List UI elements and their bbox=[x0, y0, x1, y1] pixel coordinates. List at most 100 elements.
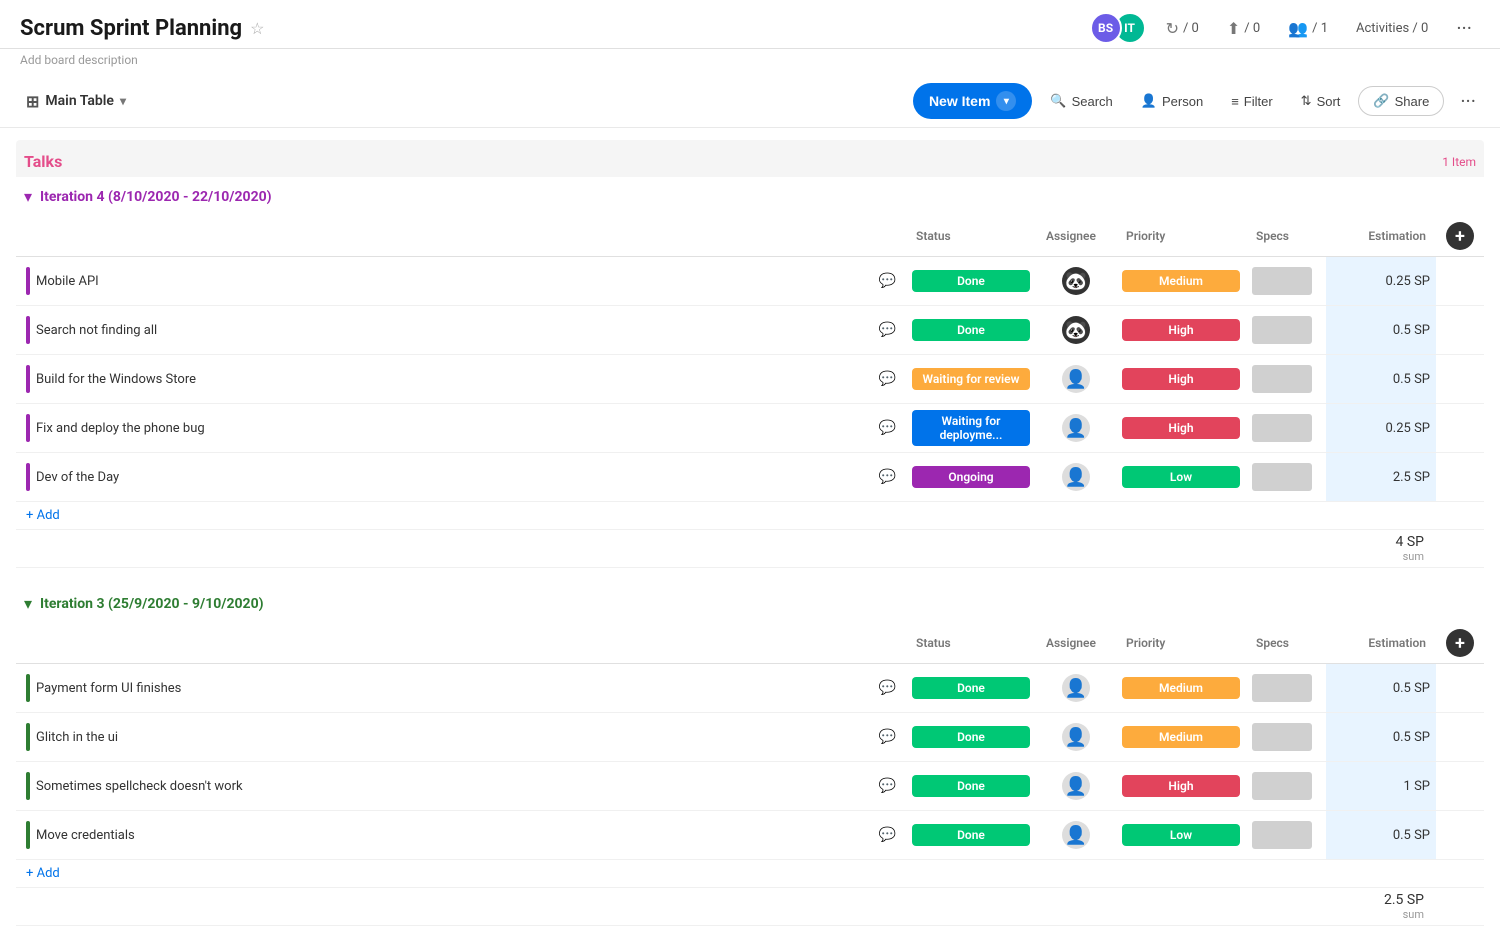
status-badge[interactable]: Done bbox=[912, 677, 1030, 699]
comment-icon[interactable]: 💬 bbox=[879, 680, 896, 696]
sort-button[interactable]: ⇅ Sort bbox=[1291, 87, 1351, 115]
toolbar-more-button[interactable]: ··· bbox=[1452, 85, 1484, 117]
assignee-avatar[interactable]: 🐼 bbox=[1062, 267, 1090, 295]
task-specs-cell[interactable] bbox=[1246, 257, 1326, 306]
task-priority-cell[interactable]: High bbox=[1116, 306, 1246, 355]
board-description[interactable]: Add board description bbox=[0, 49, 1500, 75]
table-selector[interactable]: ⊞ Main Table ▾ bbox=[16, 86, 136, 117]
table-row[interactable]: Glitch in the ui 💬 Done 👤 Medium 0.5 SP bbox=[16, 713, 1484, 762]
priority-badge[interactable]: High bbox=[1122, 775, 1240, 797]
comment-icon[interactable]: 💬 bbox=[879, 469, 896, 485]
task-priority-cell[interactable]: Low bbox=[1116, 453, 1246, 502]
add-column-button3[interactable]: + bbox=[1446, 629, 1474, 657]
comment-icon[interactable]: 💬 bbox=[879, 778, 896, 794]
toggle-icon-iteration3[interactable]: ▾ bbox=[24, 594, 32, 613]
task-priority-cell[interactable]: Medium bbox=[1116, 713, 1246, 762]
table-row[interactable]: Sometimes spellcheck doesn't work 💬 Done… bbox=[16, 762, 1484, 811]
header-stat-refresh[interactable]: ↻ / 0 bbox=[1158, 15, 1207, 42]
assignee-avatar[interactable]: 👤 bbox=[1062, 414, 1090, 442]
assignee-avatar[interactable]: 👤 bbox=[1062, 821, 1090, 849]
comment-icon[interactable]: 💬 bbox=[879, 322, 896, 338]
task-assignee-cell[interactable]: 👤 bbox=[1036, 762, 1116, 811]
task-status-cell[interactable]: Done bbox=[906, 811, 1036, 860]
assignee-avatar[interactable]: 👤 bbox=[1062, 674, 1090, 702]
task-priority-cell[interactable]: Medium bbox=[1116, 664, 1246, 713]
task-status-cell[interactable]: Done bbox=[906, 306, 1036, 355]
table-row[interactable]: Search not finding all 💬 Done 🐼 High 0.5… bbox=[16, 306, 1484, 355]
comment-icon[interactable]: 💬 bbox=[879, 371, 896, 387]
task-priority-cell[interactable]: Low bbox=[1116, 811, 1246, 860]
task-specs-cell[interactable] bbox=[1246, 664, 1326, 713]
comment-icon[interactable]: 💬 bbox=[879, 729, 896, 745]
priority-badge[interactable]: High bbox=[1122, 417, 1240, 439]
table-row[interactable]: Mobile API 💬 Done 🐼 Medium 0.25 SP bbox=[16, 257, 1484, 306]
task-status-cell[interactable]: Waiting for review bbox=[906, 355, 1036, 404]
header-stat-users[interactable]: 👥 / 1 bbox=[1280, 15, 1336, 42]
table-row[interactable]: Move credentials 💬 Done 👤 Low 0.5 SP bbox=[16, 811, 1484, 860]
filter-button[interactable]: ≡ Filter bbox=[1221, 88, 1282, 115]
task-priority-cell[interactable]: High bbox=[1116, 404, 1246, 453]
task-status-cell[interactable]: Done bbox=[906, 762, 1036, 811]
status-badge[interactable]: Done bbox=[912, 270, 1030, 292]
table-row[interactable]: Fix and deploy the phone bug 💬 Waiting f… bbox=[16, 404, 1484, 453]
task-specs-cell[interactable] bbox=[1246, 306, 1326, 355]
task-status-cell[interactable]: Waiting for deployme... bbox=[906, 404, 1036, 453]
task-specs-cell[interactable] bbox=[1246, 713, 1326, 762]
task-priority-cell[interactable]: High bbox=[1116, 762, 1246, 811]
header-stat-share[interactable]: ⬆ / 0 bbox=[1219, 15, 1268, 42]
task-specs-cell[interactable] bbox=[1246, 355, 1326, 404]
add-row-cell[interactable]: + Add bbox=[16, 860, 1484, 888]
priority-badge[interactable]: Low bbox=[1122, 824, 1240, 846]
status-badge[interactable]: Done bbox=[912, 824, 1030, 846]
task-status-cell[interactable]: Done bbox=[906, 713, 1036, 762]
status-badge[interactable]: Ongoing bbox=[912, 466, 1030, 488]
search-button[interactable]: 🔍 Search bbox=[1040, 87, 1122, 115]
comment-icon[interactable]: 💬 bbox=[879, 827, 896, 843]
assignee-avatar[interactable]: 👤 bbox=[1062, 772, 1090, 800]
status-badge[interactable]: Waiting for review bbox=[912, 368, 1030, 390]
task-assignee-cell[interactable]: 🐼 bbox=[1036, 257, 1116, 306]
status-badge[interactable]: Done bbox=[912, 775, 1030, 797]
status-badge[interactable]: Done bbox=[912, 319, 1030, 341]
priority-badge[interactable]: Medium bbox=[1122, 677, 1240, 699]
task-assignee-cell[interactable]: 👤 bbox=[1036, 713, 1116, 762]
task-specs-cell[interactable] bbox=[1246, 404, 1326, 453]
person-button[interactable]: 👤 Person bbox=[1131, 87, 1213, 115]
iteration3-header[interactable]: ▾ Iteration 3 (25/9/2020 - 9/10/2020) bbox=[16, 584, 1484, 623]
iteration4-header[interactable]: ▾ Iteration 4 (8/10/2020 - 22/10/2020) bbox=[16, 177, 1484, 216]
task-status-cell[interactable]: Done bbox=[906, 664, 1036, 713]
task-assignee-cell[interactable]: 👤 bbox=[1036, 453, 1116, 502]
table-row[interactable]: Payment form UI finishes 💬 Done 👤 Medium… bbox=[16, 664, 1484, 713]
assignee-avatar[interactable]: 🐼 bbox=[1062, 316, 1090, 344]
task-priority-cell[interactable]: Medium bbox=[1116, 257, 1246, 306]
table-row[interactable]: Dev of the Day 💬 Ongoing 👤 Low 2.5 SP bbox=[16, 453, 1484, 502]
comment-icon[interactable]: 💬 bbox=[879, 273, 896, 289]
priority-badge[interactable]: Low bbox=[1122, 466, 1240, 488]
new-item-button[interactable]: New Item ▾ bbox=[913, 83, 1032, 119]
task-status-cell[interactable]: Done bbox=[906, 257, 1036, 306]
task-specs-cell[interactable] bbox=[1246, 811, 1326, 860]
avatar-bs[interactable]: BS bbox=[1090, 12, 1122, 44]
task-specs-cell[interactable] bbox=[1246, 762, 1326, 811]
new-item-dropdown-icon[interactable]: ▾ bbox=[996, 91, 1016, 111]
comment-icon[interactable]: 💬 bbox=[879, 420, 896, 436]
assignee-avatar[interactable]: 👤 bbox=[1062, 723, 1090, 751]
priority-badge[interactable]: Medium bbox=[1122, 726, 1240, 748]
task-assignee-cell[interactable]: 👤 bbox=[1036, 404, 1116, 453]
task-assignee-cell[interactable]: 👤 bbox=[1036, 355, 1116, 404]
add-row[interactable]: + Add bbox=[16, 502, 1484, 530]
share-button[interactable]: 🔗 Share bbox=[1358, 86, 1444, 116]
toggle-icon-iteration4[interactable]: ▾ bbox=[24, 187, 32, 206]
priority-badge[interactable]: High bbox=[1122, 368, 1240, 390]
task-assignee-cell[interactable]: 👤 bbox=[1036, 811, 1116, 860]
task-priority-cell[interactable]: High bbox=[1116, 355, 1246, 404]
star-icon[interactable]: ☆ bbox=[250, 19, 264, 38]
status-badge[interactable]: Done bbox=[912, 726, 1030, 748]
add-row-cell[interactable]: + Add bbox=[16, 502, 1484, 530]
task-assignee-cell[interactable]: 🐼 bbox=[1036, 306, 1116, 355]
status-badge[interactable]: Waiting for deployme... bbox=[912, 410, 1030, 446]
priority-badge[interactable]: Medium bbox=[1122, 270, 1240, 292]
table-row[interactable]: Build for the Windows Store 💬 Waiting fo… bbox=[16, 355, 1484, 404]
task-specs-cell[interactable] bbox=[1246, 453, 1326, 502]
header-stat-activities[interactable]: Activities / 0 bbox=[1348, 17, 1436, 40]
